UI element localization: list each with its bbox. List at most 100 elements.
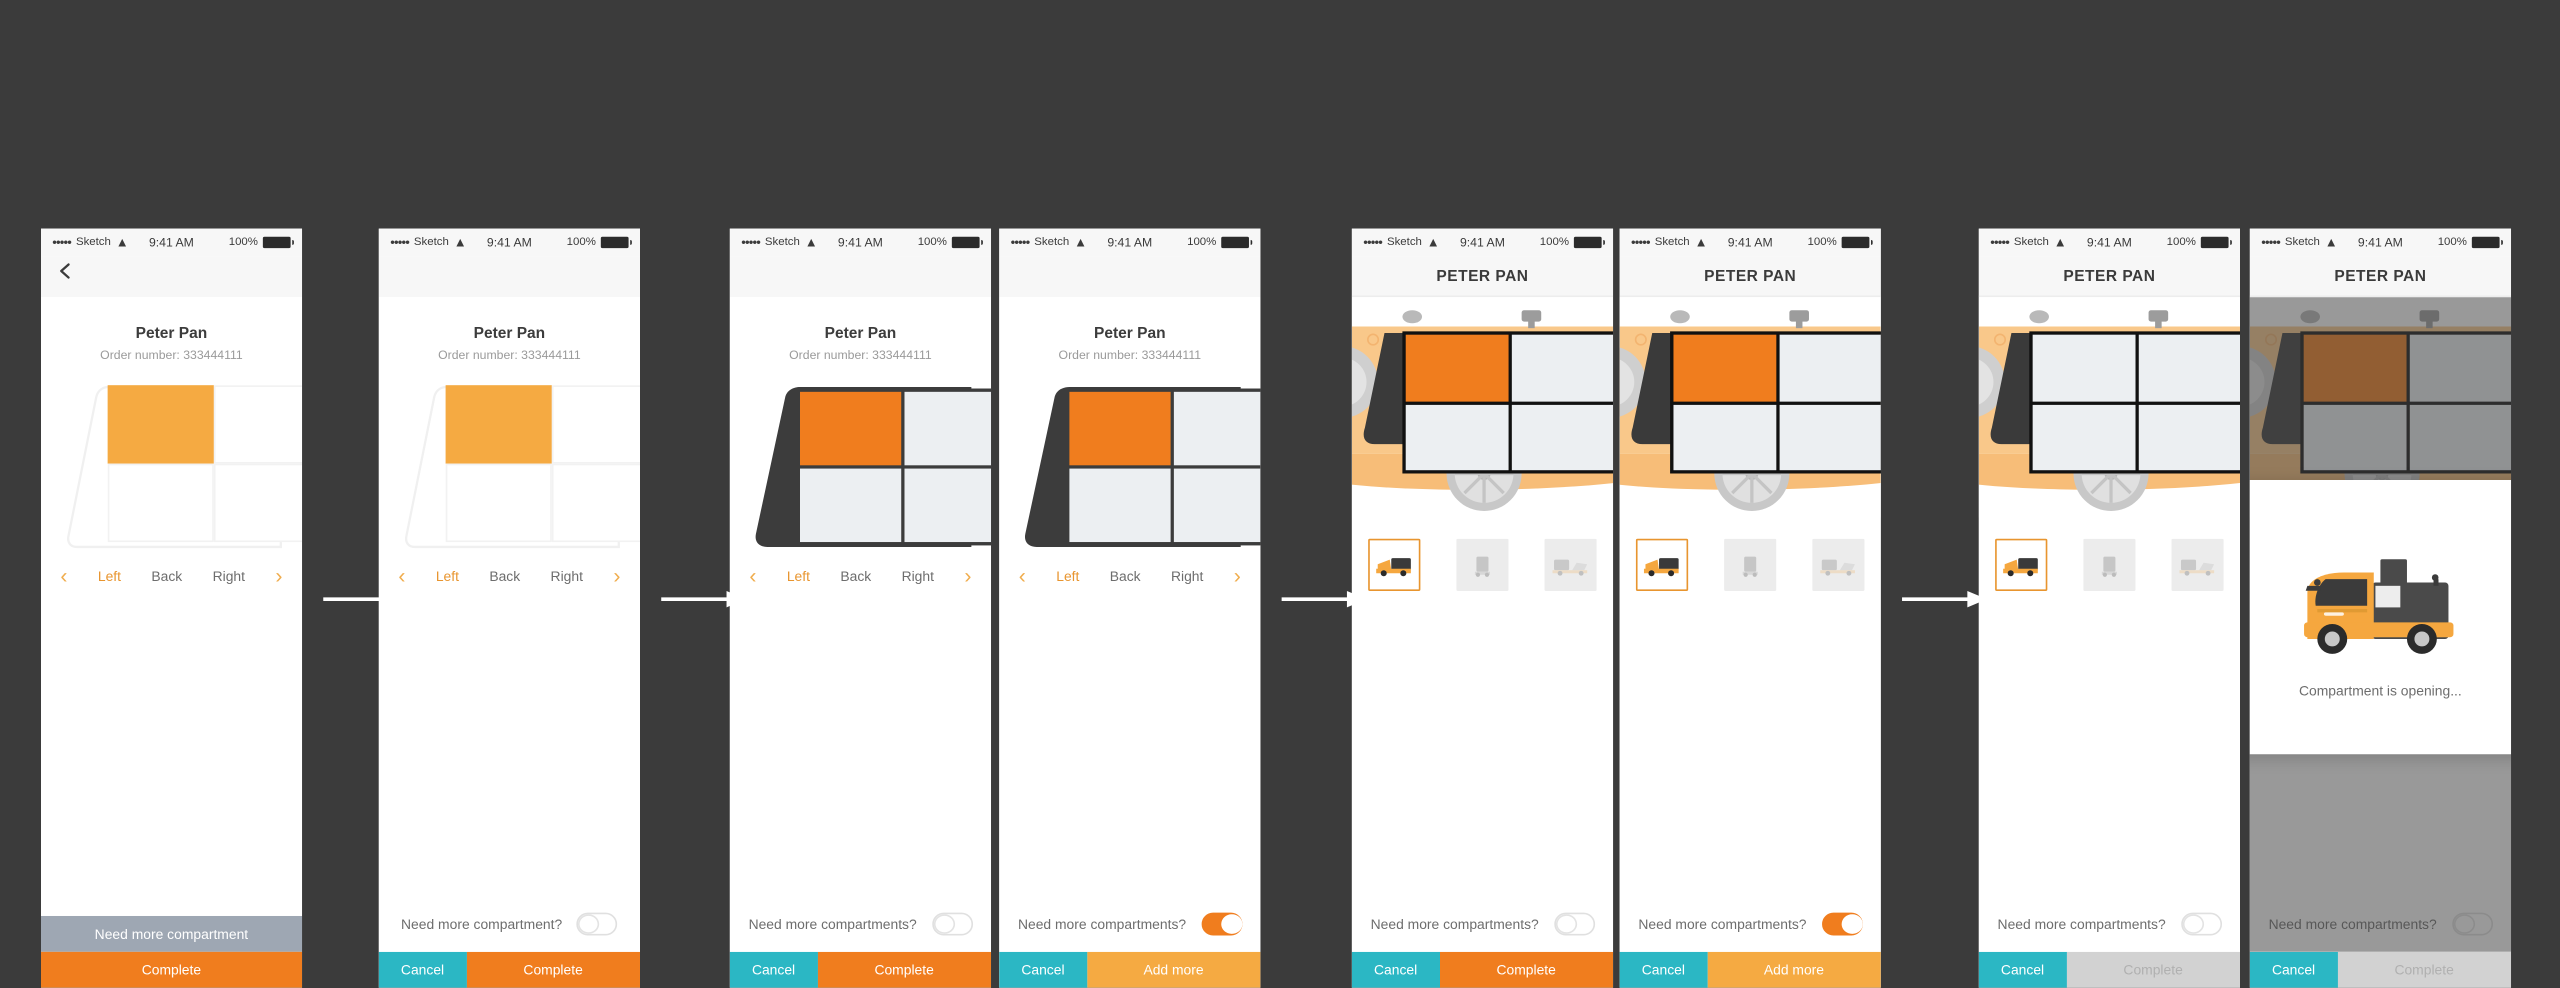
pager-item-back[interactable]: Back xyxy=(1110,567,1141,583)
pager-item-left[interactable]: Left xyxy=(787,567,810,583)
compartment-grid[interactable] xyxy=(796,388,992,546)
pager-next-chevron-right-icon[interactable]: › xyxy=(613,565,620,586)
compartment-cell-5[interactable] xyxy=(213,463,303,543)
compartment-cell-5[interactable] xyxy=(905,468,992,543)
complete-button[interactable]: Complete xyxy=(1439,951,1614,988)
pager-item-right[interactable]: Right xyxy=(551,567,583,583)
cancel-button[interactable]: Cancel xyxy=(2249,951,2338,988)
chevron-left-icon[interactable] xyxy=(56,261,76,281)
pager-item-back[interactable]: Back xyxy=(151,567,182,583)
toggle-knob xyxy=(1555,914,1577,934)
pager-item-back[interactable]: Back xyxy=(489,567,520,583)
pager-prev-chevron-left-icon[interactable]: ‹ xyxy=(1019,565,1026,586)
compartment-cell-4[interactable] xyxy=(445,463,552,543)
thumbnail-truck-rear[interactable] xyxy=(1456,538,1509,592)
thumbnail-truck-rear[interactable] xyxy=(1724,538,1777,592)
complete-button[interactable]: Complete xyxy=(817,951,992,988)
compartment-grid[interactable] xyxy=(1402,331,1614,474)
compartment-cell-5[interactable] xyxy=(2138,404,2240,471)
compartment-cell-2[interactable] xyxy=(551,385,640,464)
compartment-cell-1[interactable] xyxy=(1405,334,1509,401)
need-more-compartments-toggle[interactable] xyxy=(931,912,973,936)
customer-name: Peter Pan xyxy=(473,324,546,343)
pager-prev-chevron-left-icon[interactable]: ‹ xyxy=(60,565,67,586)
pager-next-chevron-right-icon[interactable]: › xyxy=(1234,565,1241,586)
nav-bar xyxy=(40,256,303,298)
compartment-cell-1[interactable] xyxy=(445,385,552,464)
need-more-compartments-row: Need more compartments? xyxy=(730,912,991,936)
compartment-cell-2[interactable] xyxy=(905,391,992,466)
pager-next-chevron-right-icon[interactable]: › xyxy=(275,565,282,586)
add-more-button[interactable]: Add more xyxy=(1707,951,1881,988)
truck-top-icon xyxy=(1820,558,1855,575)
pager-item-right[interactable]: Right xyxy=(902,567,934,583)
need-more-compartment-toggle[interactable] xyxy=(576,912,618,936)
thumbnail-truck-side[interactable] xyxy=(1368,538,1421,592)
add-more-button[interactable]: Add more xyxy=(1086,951,1261,988)
need-more-compartments-toggle[interactable] xyxy=(2180,912,2222,936)
compartment-cell-5[interactable] xyxy=(1511,404,1614,471)
thumbnail-truck-top[interactable] xyxy=(1812,538,1865,592)
pager-prev-chevron-left-icon[interactable]: ‹ xyxy=(749,565,756,586)
compartment-cell-5[interactable] xyxy=(1174,468,1261,543)
thumbnail-truck-top[interactable] xyxy=(1544,538,1597,592)
complete-button[interactable]: Complete xyxy=(466,951,640,988)
pager-item-left[interactable]: Left xyxy=(1056,567,1079,583)
compartment-cell-1[interactable] xyxy=(107,385,214,464)
compartment-cell-4[interactable] xyxy=(107,463,214,543)
compartment-cell-4[interactable] xyxy=(800,468,902,543)
pager-item-left[interactable]: Left xyxy=(98,567,121,583)
cancel-button[interactable]: Cancel xyxy=(378,951,467,988)
compartment-cell-2[interactable] xyxy=(2138,334,2240,401)
compartment-cell-1[interactable] xyxy=(800,391,902,466)
need-more-compartments-toggle[interactable] xyxy=(1200,912,1242,936)
screen-4-compartment-solid-toggle-on: ••••• Sketch ▲ 9:41 AM 100% Peter Pan Or… xyxy=(999,228,1261,988)
cancel-button[interactable]: Cancel xyxy=(729,951,818,988)
need-more-compartments-row: Need more compartments? xyxy=(1620,912,1881,936)
thumbnail-truck-top[interactable] xyxy=(2171,538,2224,592)
pager-item-left[interactable]: Left xyxy=(436,567,459,583)
cancel-button[interactable]: Cancel xyxy=(1619,951,1708,988)
compartment-grid[interactable] xyxy=(2029,331,2240,474)
cancel-button[interactable]: Cancel xyxy=(999,951,1087,988)
compartment-cell-4[interactable] xyxy=(1069,468,1172,543)
compartment-grid[interactable] xyxy=(1670,331,1881,474)
thumbnail-truck-side[interactable] xyxy=(1635,538,1689,592)
cancel-button[interactable]: Cancel xyxy=(1351,951,1440,988)
compartment-grid[interactable] xyxy=(107,385,303,543)
need-more-compartment-banner[interactable]: Need more compartment xyxy=(40,915,303,952)
pager-next-chevron-right-icon[interactable]: › xyxy=(964,565,971,586)
thumbnail-truck-side[interactable] xyxy=(1995,538,2048,592)
pager-item-right[interactable]: Right xyxy=(213,567,245,583)
side-pager: ‹ Left Back Right › xyxy=(999,549,1260,586)
complete-button-disabled: Complete xyxy=(2337,951,2512,988)
compartment-grid[interactable] xyxy=(445,385,640,543)
compartment-cell-4[interactable] xyxy=(1405,404,1509,471)
nav-bar xyxy=(378,256,640,298)
pager-item-back[interactable]: Back xyxy=(840,567,871,583)
compartment-cell-2[interactable] xyxy=(1779,334,1881,401)
need-more-compartments-toggle[interactable] xyxy=(1553,912,1595,936)
compartment-cell-5[interactable] xyxy=(551,463,640,543)
compartment-grid[interactable] xyxy=(1066,388,1261,546)
compartment-cell-1[interactable] xyxy=(1069,391,1172,466)
screen-6-truck-photo-toggle-on: ••••• Sketch ▲ 9:41 AM 100% PETER PAN Ne… xyxy=(1619,228,1881,988)
bottom-bar: Cancel Complete xyxy=(378,951,640,988)
customer-name: Peter Pan xyxy=(1094,324,1166,343)
thumbnail-truck-rear[interactable] xyxy=(2083,538,2136,592)
compartment-cell-4[interactable] xyxy=(2032,404,2135,471)
compartment-cell-2[interactable] xyxy=(1174,391,1261,466)
compartment-cell-4[interactable] xyxy=(1673,404,1776,471)
compartment-cell-2[interactable] xyxy=(213,385,303,464)
pager-prev-chevron-left-icon[interactable]: ‹ xyxy=(398,565,405,586)
compartment-cell-2[interactable] xyxy=(1511,334,1614,401)
compartment-cell-1[interactable] xyxy=(2032,334,2135,401)
cancel-button[interactable]: Cancel xyxy=(1978,951,2067,988)
toggle-knob xyxy=(1220,914,1242,934)
need-more-compartments-toggle[interactable] xyxy=(1821,912,1863,936)
pager-item-right[interactable]: Right xyxy=(1171,567,1203,583)
compartment-cell-5[interactable] xyxy=(1779,404,1881,471)
compartment-cell-1[interactable] xyxy=(1673,334,1776,401)
complete-button[interactable]: Complete xyxy=(40,951,303,988)
battery-percent-label: 100% xyxy=(1807,236,1837,249)
